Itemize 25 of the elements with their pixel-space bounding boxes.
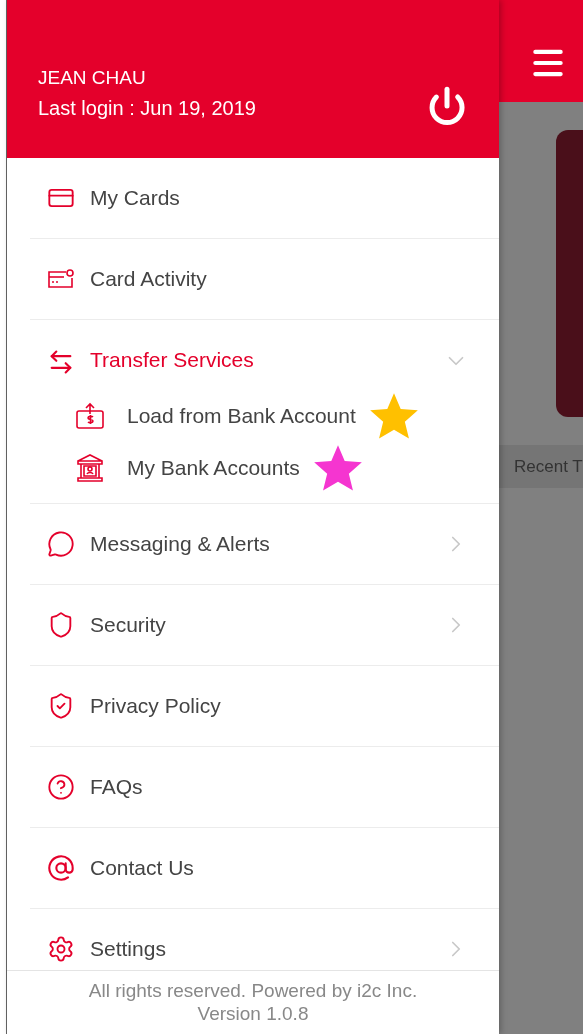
at-sign-icon bbox=[47, 854, 75, 882]
last-login: Last login : Jun 19, 2019 bbox=[38, 97, 256, 120]
submenu-item[interactable]: My Bank Accounts bbox=[127, 456, 300, 480]
card-icon bbox=[47, 268, 75, 290]
money-upload-icon bbox=[75, 402, 105, 430]
footer-text: All rights reserved. Powered by i2c Inc. bbox=[88, 979, 418, 1002]
menu-item[interactable]: Messaging & Alerts bbox=[90, 532, 270, 556]
footer-text: Version 1.0.8 bbox=[197, 1002, 309, 1025]
menu-item[interactable]: My Cards bbox=[90, 186, 180, 210]
menu-item[interactable]: Settings bbox=[90, 937, 166, 961]
help-icon bbox=[47, 773, 75, 801]
settings-icon bbox=[47, 935, 75, 963]
menu-item[interactable]: Transfer Services bbox=[90, 348, 254, 372]
chat-bubble-icon bbox=[47, 530, 75, 558]
menu-item[interactable]: Security bbox=[90, 613, 166, 637]
logout-button[interactable] bbox=[427, 86, 467, 126]
bank-icon bbox=[75, 453, 105, 483]
menu-item[interactable]: Card Activity bbox=[90, 267, 207, 291]
menu-item[interactable]: Contact Us bbox=[90, 856, 194, 880]
submenu-item[interactable]: Load from Bank Account bbox=[127, 404, 356, 428]
power-icon bbox=[427, 86, 467, 126]
section-title: Recent T bbox=[514, 456, 583, 477]
menu-item[interactable]: Privacy Policy bbox=[90, 694, 221, 718]
user-name: JEAN CHAU bbox=[38, 67, 147, 89]
menu-item[interactable]: FAQs bbox=[90, 775, 143, 799]
